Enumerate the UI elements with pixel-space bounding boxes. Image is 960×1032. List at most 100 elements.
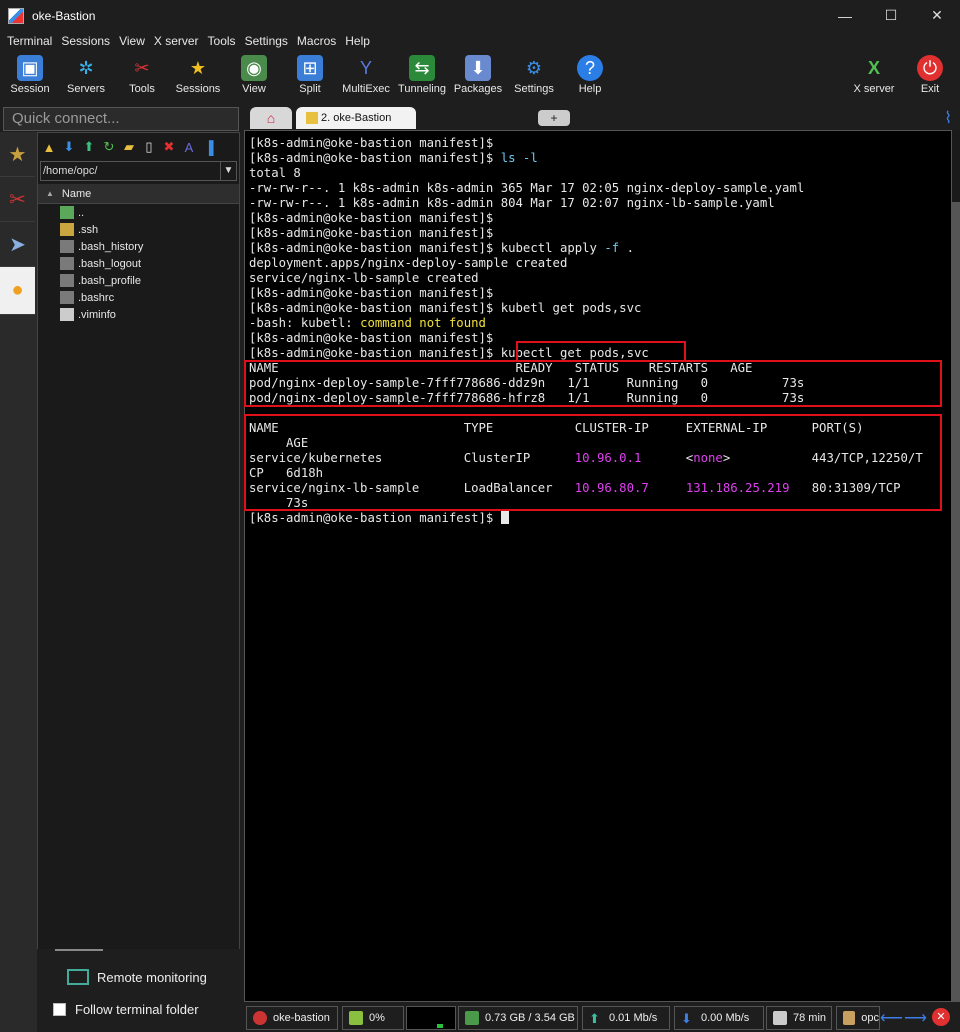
cpu-icon — [349, 1011, 363, 1025]
sftp-icon: ● — [11, 279, 24, 301]
status-uptime: 78 min — [766, 1006, 832, 1030]
gear-icon: ⚙ — [525, 57, 543, 78]
file-browser: ▲ ⬇ ⬆ ↻ ▰ ▯ ✖ A ▐ /home/opc/ ▼ ▲ Name ..… — [37, 132, 240, 1032]
file-item[interactable]: .bash_profile — [38, 272, 239, 289]
app-icon — [8, 7, 24, 24]
file-icon — [60, 291, 74, 304]
menu-xserver[interactable]: X server — [154, 34, 199, 48]
menu-terminal[interactable]: Terminal — [7, 34, 52, 48]
session-button[interactable]: ▣ Session — [2, 51, 58, 101]
highlight-services-box — [244, 414, 942, 511]
left-panel: Quick connect... ★ ✂ ➤ ● ▲ ⬇ ⬆ ↻ ▰ ▯ ✖ A… — [0, 104, 242, 1032]
rename-icon[interactable]: A — [181, 139, 197, 155]
upload-arrow-icon: ⬆ — [589, 1011, 600, 1026]
status-bar: oke-bastion 0% 0.73 GB / 3.54 GB ⬆ 0.01 … — [242, 1002, 960, 1032]
tunneling-button[interactable]: ⇆ Tunneling — [394, 51, 450, 101]
file-item[interactable]: .bash_logout — [38, 255, 239, 272]
new-tab-button[interactable]: + — [538, 110, 570, 126]
tools-icon: ✂ — [134, 57, 150, 78]
status-memory: 0.73 GB / 3.54 GB — [458, 1006, 578, 1030]
new-folder-icon[interactable]: ▰ — [121, 139, 137, 155]
star-icon: ★ — [8, 143, 27, 166]
multiexec-button[interactable]: Y MultiExec — [338, 51, 394, 101]
power-icon: ⏻ — [917, 55, 943, 81]
tools-sidetab[interactable]: ✂ — [0, 177, 35, 222]
highlight-command-box — [516, 341, 686, 362]
new-file-icon[interactable]: ▯ — [141, 139, 157, 155]
split-icon: ⊞ — [297, 55, 323, 81]
file-icon — [60, 308, 74, 321]
minimize-button[interactable]: — — [822, 0, 868, 31]
follow-terminal-folder-checkbox[interactable]: Follow terminal folder — [53, 1002, 199, 1017]
scrollbar-thumb[interactable] — [952, 202, 960, 1002]
file-item[interactable]: .. — [38, 204, 239, 221]
macros-sidetab[interactable]: ➤ — [0, 222, 35, 267]
home-tab[interactable]: ⌂ — [250, 107, 292, 129]
home-icon: ⌂ — [266, 110, 276, 126]
file-item[interactable]: .ssh — [38, 221, 239, 238]
menu-sessions[interactable]: Sessions — [61, 34, 110, 48]
tab-oke-bastion[interactable]: 2. oke-Bastion — [296, 107, 416, 129]
refresh-icon[interactable]: ↻ — [101, 139, 117, 155]
tools-icon: ✂ — [9, 188, 26, 211]
folder-up-icon[interactable]: ▲ — [41, 139, 57, 155]
name-column-header[interactable]: ▲ Name — [38, 184, 239, 204]
menu-tools[interactable]: Tools — [208, 34, 236, 48]
sessions-button[interactable]: ★ Sessions — [170, 51, 226, 101]
delete-icon[interactable]: ✖ — [161, 139, 177, 155]
status-host[interactable]: oke-bastion — [246, 1006, 338, 1030]
chevron-down-icon[interactable]: ▼ — [220, 162, 236, 180]
terminal-cursor — [500, 511, 509, 524]
status-download: ⬇ 0.00 Mb/s — [674, 1006, 764, 1030]
view-button[interactable]: ◉ View — [226, 51, 282, 101]
tools-button[interactable]: ✂ Tools — [114, 51, 170, 101]
sessions-sidetab[interactable]: ★ — [0, 132, 35, 177]
file-item[interactable]: .bashrc — [38, 289, 239, 306]
more-icon[interactable]: ▐ — [201, 139, 217, 155]
path-text: /home/opc/ — [43, 165, 98, 177]
sftp-sidetab[interactable]: ● — [0, 267, 35, 315]
file-item[interactable]: .viminfo — [38, 306, 239, 323]
file-item[interactable]: .bash_history — [38, 238, 239, 255]
menu-settings[interactable]: Settings — [245, 34, 288, 48]
help-icon: ? — [577, 55, 603, 81]
monitor-icon — [67, 969, 89, 985]
xserver-icon: X — [867, 57, 880, 78]
terminal-scrollbar[interactable] — [952, 130, 960, 1002]
side-tabs: ★ ✂ ➤ ● — [0, 132, 37, 1032]
maximize-button[interactable]: ☐ — [868, 0, 914, 31]
split-button[interactable]: ⊞ Split — [282, 51, 338, 101]
menu-macros[interactable]: Macros — [297, 34, 336, 48]
highlight-pods-box — [244, 360, 942, 407]
cpu-graph — [406, 1006, 456, 1030]
session-icon: ▣ — [17, 55, 43, 81]
remote-monitoring-panel: Remote monitoring Follow terminal folder — [37, 949, 240, 1032]
terminal-area[interactable]: [k8s-admin@oke-bastion manifest]$ [k8s-a… — [244, 130, 952, 1002]
path-field[interactable]: /home/opc/ ▼ — [40, 161, 237, 181]
remote-monitoring-button[interactable]: Remote monitoring — [67, 969, 207, 985]
tunneling-icon: ⇆ — [409, 55, 435, 81]
attachment-icon[interactable]: ⌇ — [944, 108, 952, 128]
servers-button[interactable]: ✲ Servers — [58, 51, 114, 101]
quick-connect-input[interactable]: Quick connect... — [3, 107, 239, 131]
packages-button[interactable]: ⬇ Packages — [450, 51, 506, 101]
xserver-button[interactable]: X X server — [846, 51, 902, 101]
menu-help[interactable]: Help — [345, 34, 370, 48]
help-button[interactable]: ? Help — [562, 51, 618, 101]
title-bar: oke-Bastion — ☐ ✕ — [0, 0, 960, 31]
paper-plane-icon: ➤ — [9, 233, 26, 256]
divider — [55, 949, 103, 951]
arrow-right-icon[interactable]: ⟶ — [904, 1008, 927, 1028]
settings-button[interactable]: ⚙ Settings — [506, 51, 562, 101]
checkbox[interactable] — [53, 1003, 66, 1016]
close-button[interactable]: ✕ — [914, 0, 960, 31]
user-icon — [843, 1011, 856, 1025]
exit-button[interactable]: ⏻ Exit — [902, 51, 958, 101]
arrow-left-icon[interactable]: ⟵ — [880, 1008, 903, 1028]
download-icon[interactable]: ⬇ — [61, 139, 77, 155]
close-session-icon[interactable]: ✕ — [932, 1008, 950, 1026]
menu-view[interactable]: View — [119, 34, 145, 48]
download-arrow-icon: ⬇ — [681, 1011, 692, 1026]
upload-icon[interactable]: ⬆ — [81, 139, 97, 155]
menu-bar: Terminal Sessions View X server Tools Se… — [0, 31, 960, 51]
